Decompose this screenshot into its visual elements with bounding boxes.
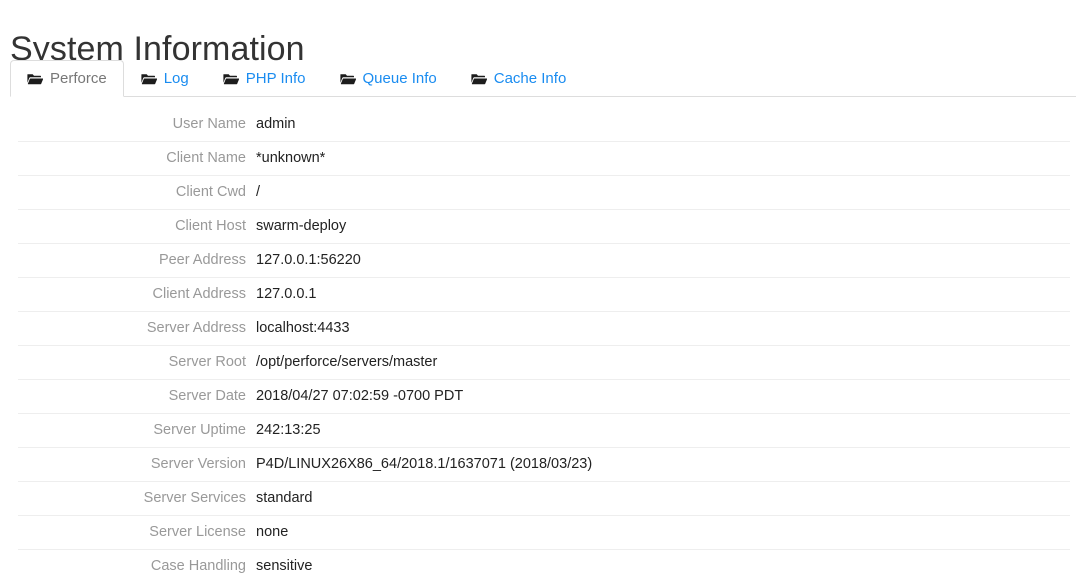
folder-open-icon bbox=[223, 73, 239, 85]
info-value: 242:13:25 bbox=[256, 414, 1070, 448]
info-value: / bbox=[256, 176, 1070, 210]
info-value: 2018/04/27 07:02:59 -0700 PDT bbox=[256, 380, 1070, 414]
table-row: Server Licensenone bbox=[18, 516, 1070, 550]
info-label: Server Root bbox=[18, 346, 256, 380]
info-value: 127.0.0.1:56220 bbox=[256, 244, 1070, 278]
table-row: Client Hostswarm-deploy bbox=[18, 210, 1070, 244]
table-row: Server Addresslocalhost:4433 bbox=[18, 312, 1070, 346]
info-value: *unknown* bbox=[256, 142, 1070, 176]
info-label: User Name bbox=[18, 108, 256, 142]
info-label: Server Uptime bbox=[18, 414, 256, 448]
table-row: Server Root/opt/perforce/servers/master bbox=[18, 346, 1070, 380]
folder-open-icon bbox=[27, 73, 43, 85]
tab-bar: Perforce Log PHP Info Queue Info Cache Info bbox=[10, 60, 1076, 97]
info-value: localhost:4433 bbox=[256, 312, 1070, 346]
info-value: 127.0.0.1 bbox=[256, 278, 1070, 312]
tab-label: Log bbox=[164, 71, 189, 86]
info-value: none bbox=[256, 516, 1070, 550]
info-value: standard bbox=[256, 482, 1070, 516]
info-label: Server License bbox=[18, 516, 256, 550]
table-row: Client Name*unknown* bbox=[18, 142, 1070, 176]
tab-list: Perforce Log PHP Info Queue Info Cache Info bbox=[10, 60, 583, 97]
info-label: Server Address bbox=[18, 312, 256, 346]
table-row: Client Cwd/ bbox=[18, 176, 1070, 210]
tab-label: Perforce bbox=[50, 71, 107, 86]
table-row: Peer Address127.0.0.1:56220 bbox=[18, 244, 1070, 278]
tab-php-info[interactable]: PHP Info bbox=[206, 60, 323, 97]
tab-perforce[interactable]: Perforce bbox=[10, 60, 124, 97]
tab-label: PHP Info bbox=[246, 71, 306, 86]
info-label: Client Address bbox=[18, 278, 256, 312]
info-label: Server Version bbox=[18, 448, 256, 482]
info-value: P4D/LINUX26X86_64/2018.1/1637071 (2018/0… bbox=[256, 448, 1070, 482]
info-label: Client Host bbox=[18, 210, 256, 244]
info-label: Case Handling bbox=[18, 550, 256, 583]
table-row: Server VersionP4D/LINUX26X86_64/2018.1/1… bbox=[18, 448, 1070, 482]
folder-open-icon bbox=[471, 73, 487, 85]
info-label: Client Cwd bbox=[18, 176, 256, 210]
table-row: Case Handlingsensitive bbox=[18, 550, 1070, 583]
table-row: Server Uptime242:13:25 bbox=[18, 414, 1070, 448]
tab-label: Cache Info bbox=[494, 71, 567, 86]
info-label: Server Date bbox=[18, 380, 256, 414]
info-value: swarm-deploy bbox=[256, 210, 1070, 244]
table-row: User Nameadmin bbox=[18, 108, 1070, 142]
info-label: Peer Address bbox=[18, 244, 256, 278]
info-label: Client Name bbox=[18, 142, 256, 176]
info-value: /opt/perforce/servers/master bbox=[256, 346, 1070, 380]
tab-log[interactable]: Log bbox=[124, 60, 206, 97]
tab-cache-info[interactable]: Cache Info bbox=[454, 60, 584, 97]
tab-queue-info[interactable]: Queue Info bbox=[323, 60, 454, 97]
info-value: admin bbox=[256, 108, 1070, 142]
system-info-table: User NameadminClient Name*unknown*Client… bbox=[18, 108, 1070, 583]
info-value: sensitive bbox=[256, 550, 1070, 583]
table-row: Server Date2018/04/27 07:02:59 -0700 PDT bbox=[18, 380, 1070, 414]
system-information-page: System Information PerforceLogPHP InfoQu… bbox=[0, 0, 1088, 577]
tab-label: Queue Info bbox=[363, 71, 437, 86]
folder-open-icon bbox=[141, 73, 157, 85]
table-row: Client Address127.0.0.1 bbox=[18, 278, 1070, 312]
folder-open-icon bbox=[340, 73, 356, 85]
table-row: Server Servicesstandard bbox=[18, 482, 1070, 516]
info-label: Server Services bbox=[18, 482, 256, 516]
